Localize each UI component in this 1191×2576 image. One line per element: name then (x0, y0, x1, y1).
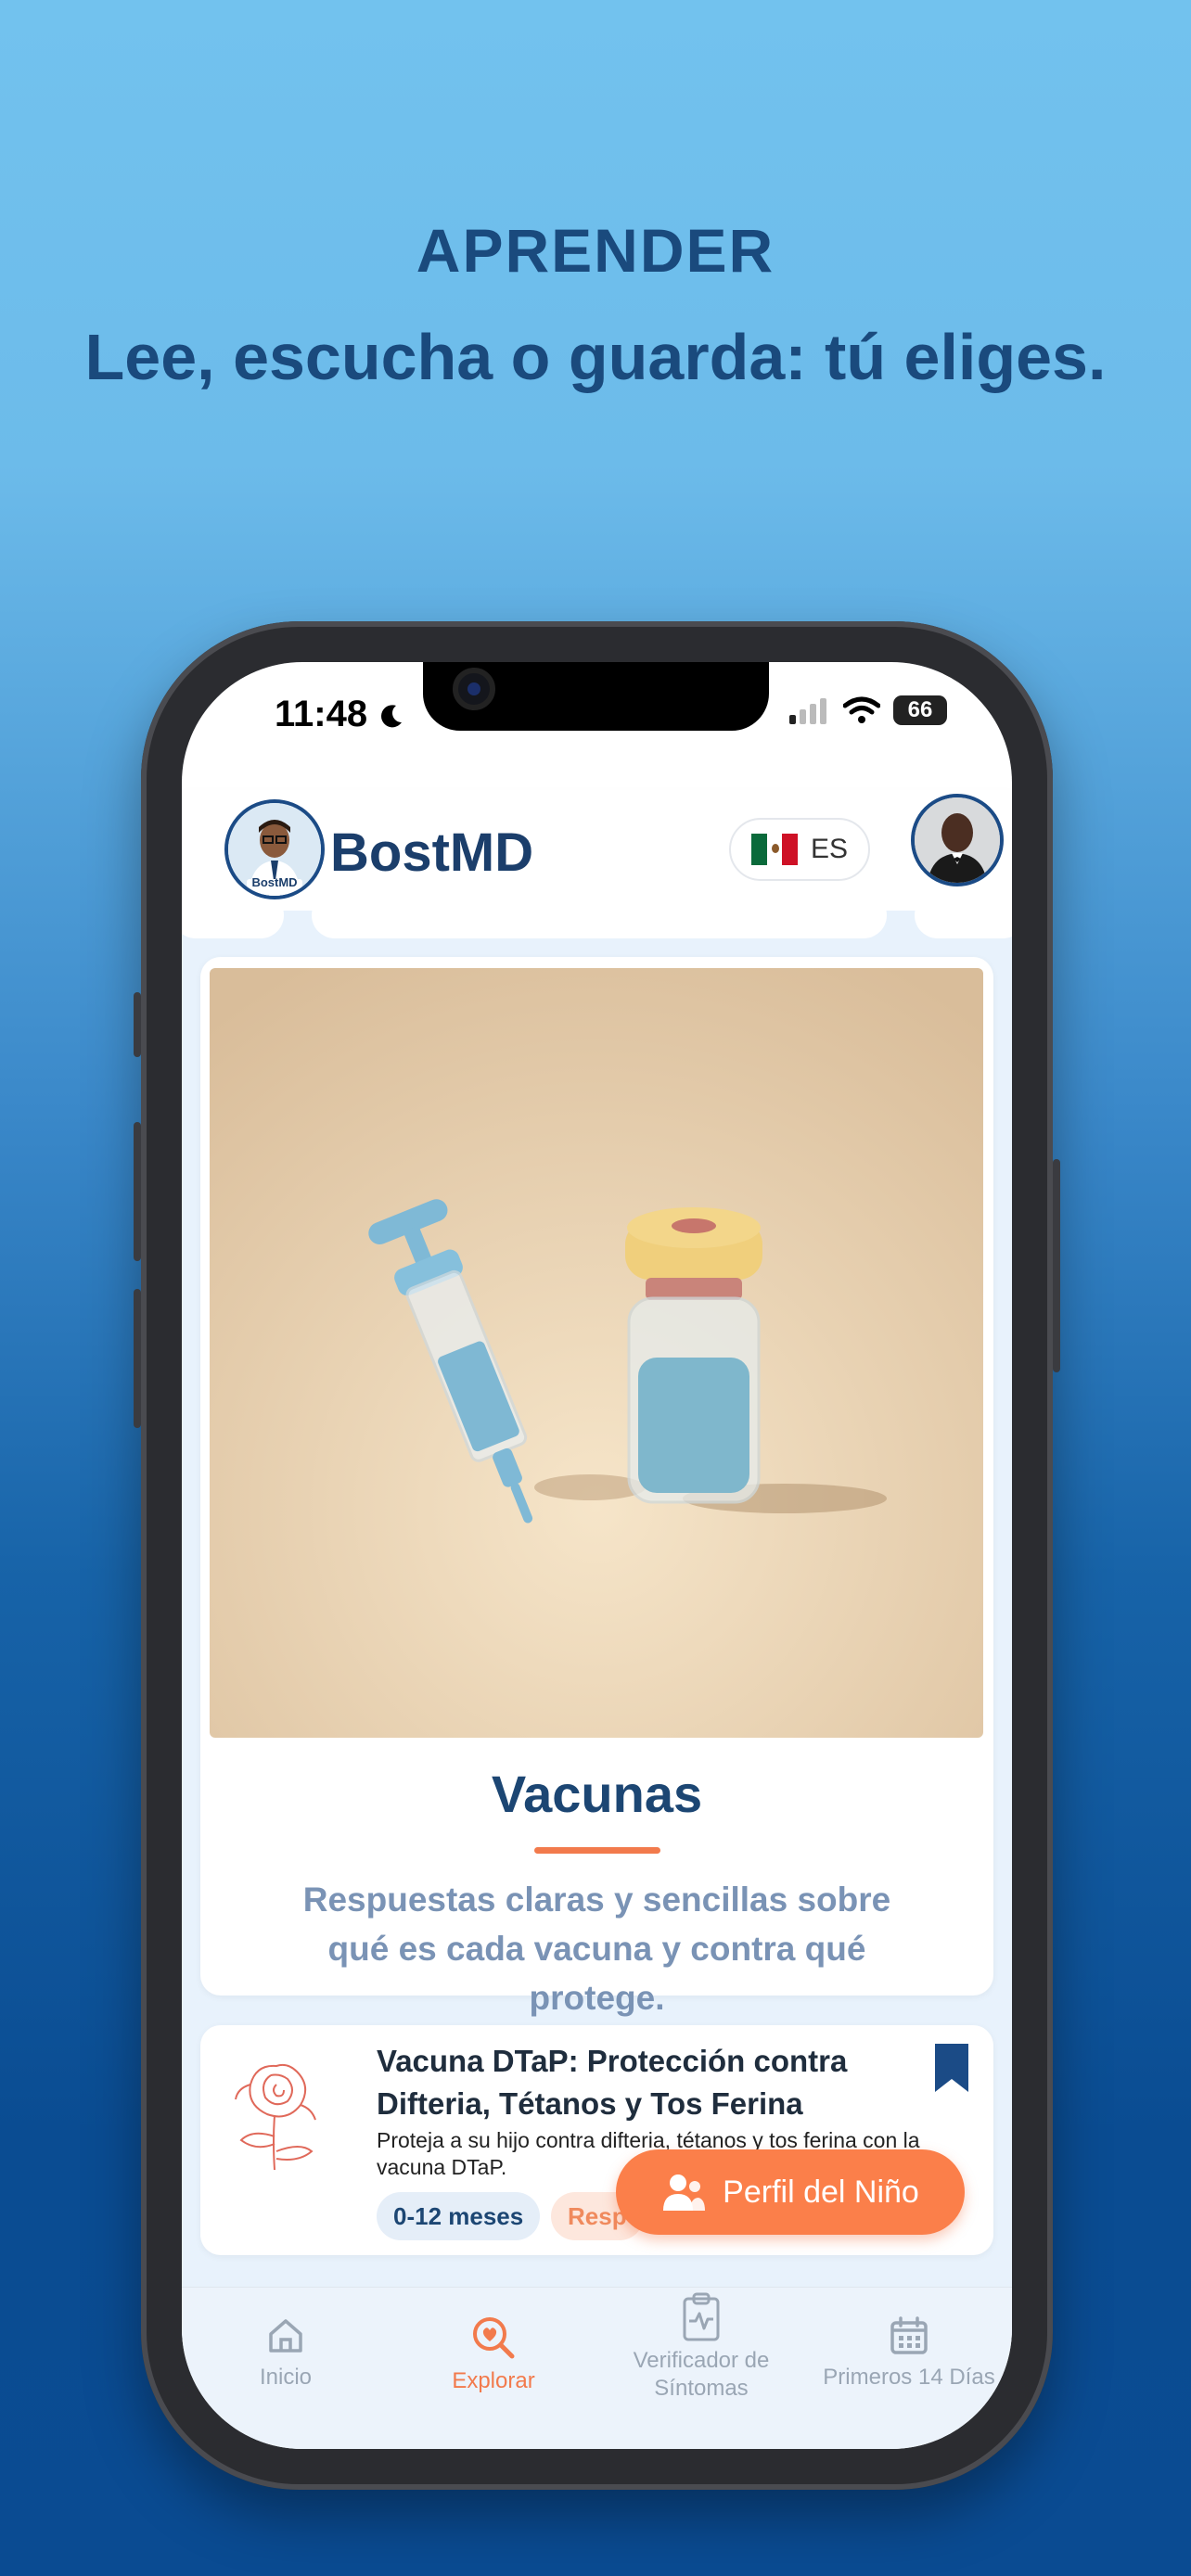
category-chips-strip[interactable] (182, 911, 1012, 948)
explore-search-icon (473, 2317, 515, 2359)
clipboard-pulse-icon (683, 2292, 720, 2341)
calendar-icon (890, 2316, 928, 2354)
article-title[interactable]: Vacuna DTaP: Protección contra Difteria,… (377, 2040, 896, 2125)
wifi-icon (843, 696, 880, 723)
topic-description: Respuestas claras y sencillas sobre qué … (302, 1881, 891, 2017)
bottom-nav: Inicio Explorar Verificador de Síntomas (182, 2287, 1012, 2449)
vaccine-illustration (210, 968, 983, 1738)
mute-switch (134, 992, 141, 1057)
volume-up-button (134, 1122, 141, 1261)
battery-icon: 66 (893, 695, 947, 725)
child-profile-label: Perfil del Niño (723, 2174, 919, 2210)
brand-name: BostMD (330, 823, 534, 883)
status-icons: 66 (789, 695, 947, 725)
bookmark-icon[interactable] (933, 2042, 970, 2094)
explore-content[interactable]: Vacunas Respuestas claras y sencillas so… (182, 911, 1012, 2292)
power-button (1053, 1159, 1060, 1372)
phone-frame: 11:48 66 BostMD BostMD ES Vacunas Respue… (134, 621, 1060, 2490)
child-profile-button[interactable]: Perfil del Niño (616, 2149, 965, 2235)
nav-verificador[interactable]: Verificador de Síntomas (597, 2291, 805, 2403)
status-time: 11:48 (275, 694, 405, 735)
nav-primeros-14-dias[interactable]: Primeros 14 Días (805, 2314, 1012, 2391)
moon-icon (381, 705, 403, 728)
home-icon (269, 2319, 302, 2353)
language-code: ES (810, 834, 849, 864)
phone-screen: 11:48 66 BostMD BostMD ES Vacunas Respue… (182, 662, 1012, 2449)
hero-kicker: APRENDER (416, 216, 775, 285)
volume-down-button (134, 1289, 141, 1428)
topic-title: Vacunas (491, 1765, 703, 1823)
mexico-flag-icon (750, 834, 798, 865)
child-profile-icon (663, 2174, 706, 2211)
title-underline (534, 1847, 660, 1854)
topic-card[interactable]: Vacunas Respuestas claras y sencillas so… (200, 957, 993, 2017)
rose-icon (235, 2063, 316, 2171)
brand-logo[interactable]: BostMD (224, 799, 325, 899)
language-selector[interactable]: ES (729, 818, 870, 881)
user-avatar[interactable] (911, 794, 1004, 886)
logo-caption: BostMD (251, 875, 298, 889)
front-camera (453, 668, 495, 710)
nav-inicio[interactable]: Inicio (182, 2314, 390, 2391)
app-header: BostMD BostMD ES (182, 790, 1012, 911)
hero-title: Lee, escucha o guarda: tú eliges. (84, 321, 1107, 393)
signal-icon (789, 698, 826, 724)
nav-explorar[interactable]: Explorar (390, 2314, 597, 2395)
age-tag[interactable]: 0-12 meses (377, 2192, 541, 2240)
